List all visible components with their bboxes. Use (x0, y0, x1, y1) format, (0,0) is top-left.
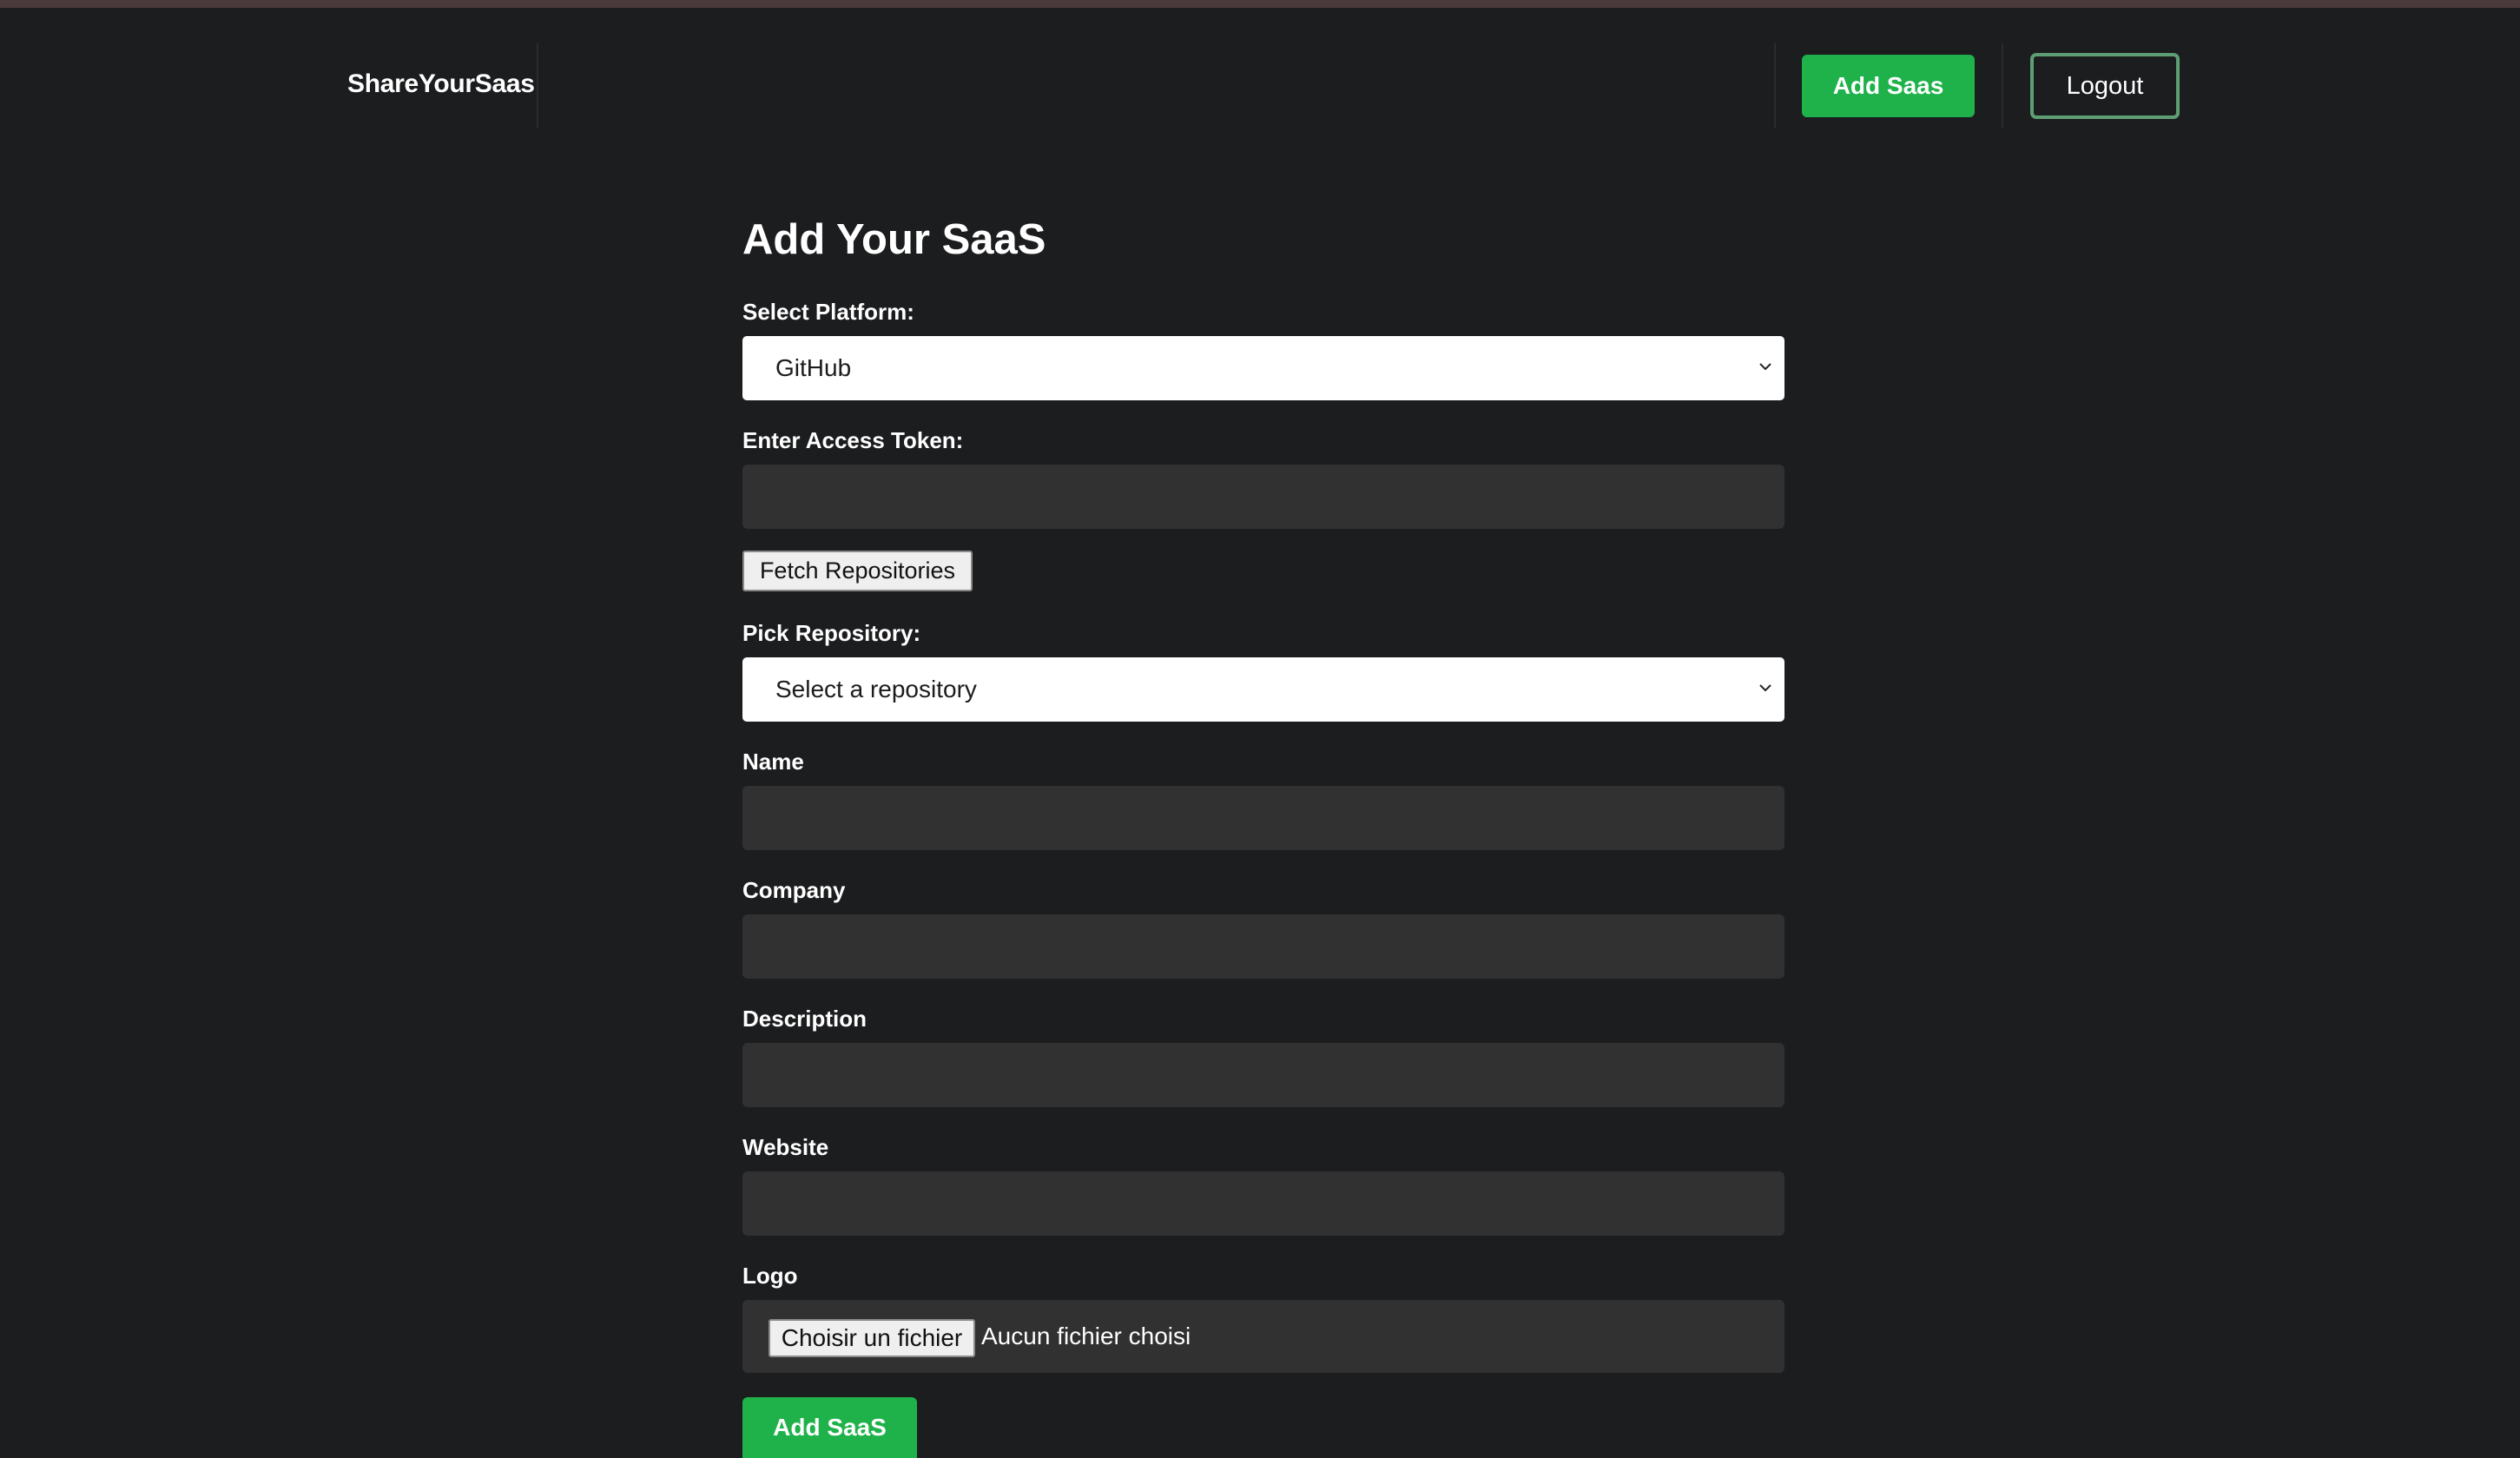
brand-logo[interactable]: ShareYourSaas (347, 69, 535, 99)
chevron-down-icon (1759, 684, 1771, 692)
access-token-label: Enter Access Token: (742, 427, 964, 453)
chevron-down-icon (1759, 363, 1771, 371)
platform-select[interactable]: GitHub (742, 336, 1784, 400)
name-input[interactable] (742, 786, 1784, 850)
repository-select-value: Select a repository (775, 676, 977, 703)
header-divider (537, 43, 538, 129)
access-token-input[interactable] (742, 465, 1784, 529)
description-label: Description (742, 1006, 867, 1032)
logout-button[interactable]: Logout (2030, 53, 2180, 119)
header-divider (2002, 43, 2003, 129)
repository-select[interactable]: Select a repository (742, 657, 1784, 722)
logo-label: Logo (742, 1263, 798, 1289)
company-input[interactable] (742, 914, 1784, 979)
page-title: Add Your SaaS (742, 216, 1046, 263)
website-input[interactable] (742, 1171, 1784, 1236)
header-divider (1774, 43, 1776, 129)
top-strip (0, 0, 2520, 8)
add-saas-submit-button[interactable]: Add SaaS (742, 1397, 917, 1458)
website-label: Website (742, 1134, 829, 1160)
add-saas-nav-button[interactable]: Add Saas (1802, 55, 1975, 117)
fetch-repositories-button[interactable]: Fetch Repositories (742, 551, 973, 591)
choose-file-button[interactable]: Choisir un fichier (769, 1319, 975, 1357)
name-label: Name (742, 749, 804, 775)
platform-label: Select Platform: (742, 299, 914, 325)
description-input[interactable] (742, 1043, 1784, 1107)
file-status: Aucun fichier choisi (981, 1323, 1191, 1349)
logo-file-input[interactable]: Choisir un fichier Aucun fichier choisi (742, 1300, 1784, 1373)
repository-label: Pick Repository: (742, 620, 921, 646)
company-label: Company (742, 877, 846, 903)
platform-select-value: GitHub (775, 354, 852, 381)
